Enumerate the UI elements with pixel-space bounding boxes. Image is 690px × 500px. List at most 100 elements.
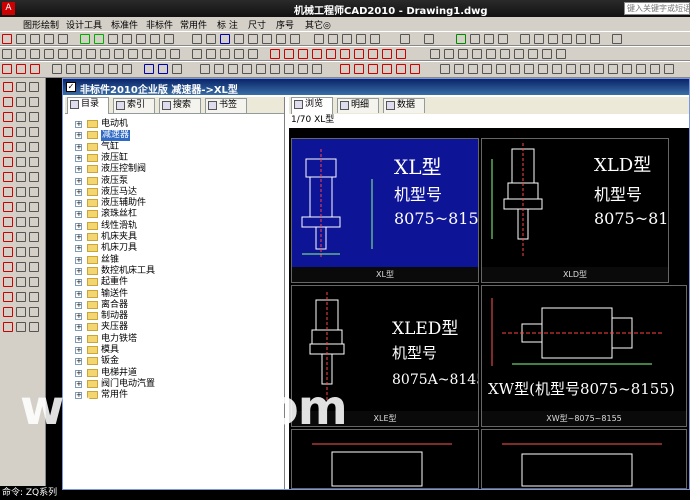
color-icon[interactable]: [172, 64, 182, 74]
dim-style-icon[interactable]: [248, 49, 258, 59]
mtext-icon[interactable]: [486, 49, 496, 59]
zoom-window-icon[interactable]: [484, 34, 494, 44]
help-search-input[interactable]: 键入关键字或短语: [624, 2, 690, 15]
dim-linear-icon[interactable]: [16, 49, 26, 59]
dim-arc-icon[interactable]: [44, 49, 54, 59]
expand-icon[interactable]: +: [75, 267, 82, 275]
menu-drawing[interactable]: 图形绘制: [23, 18, 59, 31]
publish-icon[interactable]: [276, 34, 286, 44]
dim-text-edit-icon[interactable]: [220, 49, 230, 59]
markup-icon[interactable]: [576, 34, 586, 44]
dim-edit-icon[interactable]: [206, 49, 216, 59]
wipeout-icon[interactable]: [3, 292, 13, 302]
polar-icon[interactable]: [80, 64, 90, 74]
expand-icon[interactable]: +: [75, 121, 82, 128]
ortho-icon[interactable]: [66, 64, 76, 74]
block-icon[interactable]: [500, 49, 510, 59]
mech-symbol-10-icon[interactable]: [396, 49, 406, 59]
mech-symbol-6-icon[interactable]: [340, 49, 350, 59]
mech-tool-14-icon[interactable]: [396, 64, 406, 74]
expand-icon[interactable]: +: [75, 313, 82, 321]
divide-icon[interactable]: [3, 277, 13, 287]
calculator-icon[interactable]: [590, 34, 600, 44]
snap-icon[interactable]: [108, 64, 118, 74]
redo-icon[interactable]: [424, 34, 434, 44]
align-icon[interactable]: [29, 262, 39, 272]
polyline-icon[interactable]: [29, 97, 39, 107]
arc-tool-icon[interactable]: [3, 127, 13, 137]
mech-tool-21-icon[interactable]: [510, 64, 520, 74]
ellipse-icon[interactable]: [556, 49, 566, 59]
mech-tool-9-icon[interactable]: [312, 64, 322, 74]
mech-tool-27-icon[interactable]: [594, 64, 604, 74]
tab-bookmarks[interactable]: 书签: [205, 98, 247, 113]
menu-standard-parts[interactable]: 标准件: [111, 18, 138, 31]
offset-icon[interactable]: [122, 34, 132, 44]
ellipse-tool-icon[interactable]: [3, 157, 13, 167]
mech-tool-23-icon[interactable]: [538, 64, 548, 74]
ellipse-arc-icon[interactable]: [29, 157, 39, 167]
dim-diameter-icon[interactable]: [86, 49, 96, 59]
spline-tool-icon[interactable]: [29, 142, 39, 152]
copy-obj-icon[interactable]: [16, 112, 26, 122]
cut-icon[interactable]: [314, 34, 324, 44]
tab-search[interactable]: 搜索: [159, 98, 201, 113]
osnap-icon[interactable]: [52, 64, 62, 74]
trim-icon[interactable]: [3, 232, 13, 242]
card-xld[interactable]: XLD型 机型号 8075~8155 XLD型: [481, 138, 669, 283]
mech-tool-6-icon[interactable]: [270, 64, 280, 74]
chamfer-icon[interactable]: [16, 247, 26, 257]
properties-icon[interactable]: [520, 34, 530, 44]
move-icon[interactable]: [80, 34, 90, 44]
break-icon[interactable]: [29, 232, 39, 242]
mech-symbol-7-icon[interactable]: [354, 49, 364, 59]
open-file-icon[interactable]: [206, 34, 216, 44]
card-row3-b[interactable]: [481, 429, 687, 489]
sheet-set-icon[interactable]: [562, 34, 572, 44]
paste-icon[interactable]: [342, 34, 352, 44]
mech-tool-30-icon[interactable]: [636, 64, 646, 74]
tolerance-icon[interactable]: [170, 49, 180, 59]
join-icon[interactable]: [3, 247, 13, 257]
mech-tool-24-icon[interactable]: [552, 64, 562, 74]
circle-icon[interactable]: [16, 34, 26, 44]
mech-tool-16-icon[interactable]: [440, 64, 450, 74]
mech-tool-31-icon[interactable]: [650, 64, 660, 74]
expand-icon[interactable]: +: [75, 347, 82, 354]
menu-nonstandard-parts[interactable]: 非标件: [146, 18, 173, 31]
dim-ordinate-icon[interactable]: [58, 49, 68, 59]
pan-icon[interactable]: [456, 34, 466, 44]
rotate-obj-icon[interactable]: [16, 187, 26, 197]
save-icon[interactable]: [220, 34, 230, 44]
tab-details[interactable]: 明细: [337, 98, 379, 113]
print-icon[interactable]: [234, 34, 244, 44]
insert-icon[interactable]: [514, 49, 524, 59]
app-logo-icon[interactable]: A: [2, 2, 15, 15]
stretch-obj-icon[interactable]: [16, 217, 26, 227]
spline-icon[interactable]: [542, 49, 552, 59]
expand-icon[interactable]: +: [75, 301, 82, 309]
mech-tool-8-icon[interactable]: [298, 64, 308, 74]
dim-angular-icon[interactable]: [100, 49, 110, 59]
linetype-icon[interactable]: [158, 64, 168, 74]
mech-tool-29-icon[interactable]: [622, 64, 632, 74]
expand-icon[interactable]: +: [75, 143, 82, 151]
mtext-tool-icon[interactable]: [29, 217, 39, 227]
insert-block-icon[interactable]: [3, 172, 13, 182]
quick-dim-icon[interactable]: [114, 49, 124, 59]
tab-contents[interactable]: 目录: [67, 97, 109, 114]
expand-icon[interactable]: +: [75, 177, 82, 185]
preview-icon[interactable]: [248, 34, 258, 44]
table-icon[interactable]: [472, 49, 482, 59]
layer-state-icon[interactable]: [16, 64, 26, 74]
baseline-dim-icon[interactable]: [128, 49, 138, 59]
brush-icon[interactable]: [370, 34, 380, 44]
menu-annotation[interactable]: 标 注: [217, 18, 238, 31]
mech-tool-3-icon[interactable]: [228, 64, 238, 74]
mech-symbol-9-icon[interactable]: [382, 49, 392, 59]
mech-tool-11-icon[interactable]: [354, 64, 364, 74]
expand-icon[interactable]: +: [75, 154, 82, 162]
expand-icon[interactable]: +: [75, 222, 82, 230]
offset-obj-icon[interactable]: [16, 142, 26, 152]
layer-icon[interactable]: [2, 64, 12, 74]
